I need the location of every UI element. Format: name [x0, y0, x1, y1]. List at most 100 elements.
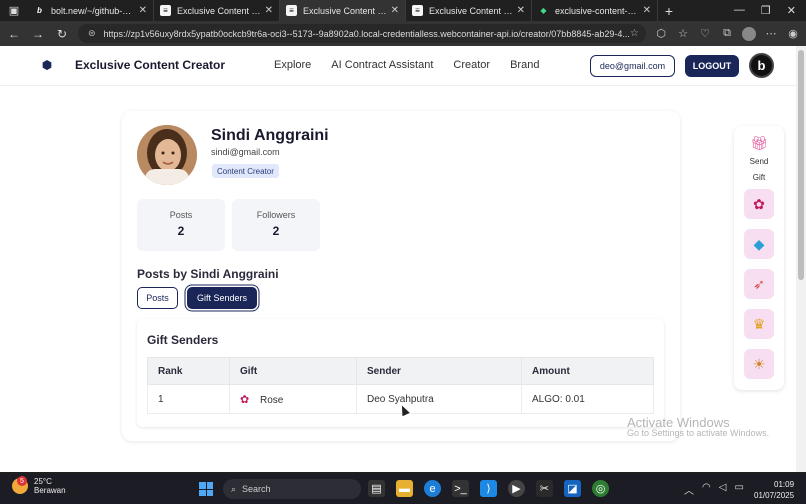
forward-icon[interactable]: → [30, 27, 46, 41]
restore-icon[interactable]: ❐ [761, 4, 771, 17]
gift-crown-button[interactable]: ♛ [744, 309, 774, 339]
posts-heading: Posts by Sindi Anggraini [137, 267, 279, 281]
reload-icon[interactable]: ↻ [54, 27, 70, 41]
column-header-amount: Amount [521, 357, 654, 385]
close-icon[interactable]: ✕ [517, 5, 525, 16]
gift-name: Rose [260, 394, 284, 406]
url-text: https://zp1v56uxy8rdx5ypatb0ockcb9tr6a-o… [103, 28, 630, 39]
gift-rose-button[interactable]: ✿ [744, 189, 774, 219]
nav-link-creator[interactable]: Creator [453, 59, 490, 71]
edge-icon[interactable]: e [424, 480, 441, 497]
snipping-tool-icon[interactable]: ✂ [536, 480, 553, 497]
address-bar[interactable]: ⊜ https://zp1v56uxy8rdx5ypatb0ockcb9tr6a… [78, 24, 646, 43]
address-toolbar: ← → ↻ ⊜ https://zp1v56uxy8rdx5ypatb0ockc… [0, 21, 806, 46]
tab-title: bolt.new/~/github-evhcvaxz [51, 5, 135, 16]
battery-icon[interactable]: ▭ [734, 482, 743, 497]
chevron-up-icon[interactable]: ︿ [684, 482, 694, 497]
windows-taskbar: 5 25°C Berawan ⌕ Search ▤ ▬ e >_ ⟩ ▶ ✂ ◪… [0, 474, 806, 504]
new-tab-button[interactable]: + [658, 3, 680, 19]
profile-email: sindi@gmail.com [211, 147, 280, 157]
back-icon[interactable]: ← [6, 27, 22, 41]
clock-time: 01:09 [774, 480, 795, 489]
page-icon: ≡ [286, 5, 297, 16]
site-info-icon[interactable]: ⊜ [88, 28, 96, 39]
close-icon[interactable]: ✕ [139, 5, 147, 16]
copilot-icon[interactable]: ◉ [786, 27, 800, 40]
favorites-icon[interactable]: ☆ [676, 27, 690, 40]
wifi-icon[interactable]: ◠ [702, 482, 711, 497]
close-icon[interactable]: ✕ [265, 5, 273, 16]
media-player-icon[interactable]: ▶ [508, 480, 525, 497]
watermark-line-1: Activate Windows [627, 415, 730, 430]
logout-button[interactable]: LOGOUT [685, 55, 739, 77]
page-icon: ≡ [412, 5, 423, 16]
extensions-icon[interactable]: ⬡ [654, 27, 668, 40]
minimize-icon[interactable]: — [734, 4, 745, 17]
gift-lion-button[interactable]: ☀ [744, 349, 774, 379]
cell-sender: Deo Syahputra [356, 384, 522, 414]
tab-title: exclusive-content-creator [555, 5, 639, 16]
menu-icon[interactable]: ⋯ [764, 27, 778, 40]
taskbar-clock[interactable]: 01:09 01/07/2025 [754, 479, 794, 501]
site-logo[interactable]: ⬢ [38, 58, 56, 76]
browser-tab-1[interactable]: b bolt.new/~/github-evhcvaxz ✕ [28, 0, 154, 21]
task-view-icon[interactable]: ▤ [368, 480, 385, 497]
cell-gift: ✿ Rose [229, 384, 357, 414]
nav-link-explore[interactable]: Explore [274, 59, 311, 71]
browser-tab-4[interactable]: ≡ Exclusive Content - Creator ✕ [406, 0, 532, 21]
browser-app-icon[interactable]: ◎ [592, 480, 609, 497]
close-icon[interactable]: ✕ [391, 5, 399, 16]
tab-gift-senders[interactable]: Gift Senders [187, 287, 257, 309]
weather-icon: 5 [12, 476, 28, 494]
browser-tab-3[interactable]: ≡ Exclusive Content - Creator ✕ [280, 0, 406, 21]
taskbar-search[interactable]: ⌕ Search [223, 479, 361, 499]
app-icon[interactable]: ◪ [564, 480, 581, 497]
browser-tab-2[interactable]: ≡ Exclusive Content - Creator ✕ [154, 0, 280, 21]
start-button[interactable] [199, 482, 213, 496]
role-badge: Content Creator [212, 164, 279, 178]
nav-link-brand[interactable]: Brand [510, 59, 539, 71]
tab-actions-icon[interactable]: ▣ [0, 0, 28, 21]
collections-icon[interactable]: ⧉ [720, 27, 734, 40]
user-email-button[interactable]: deo@gmail.com [590, 55, 675, 77]
file-explorer-icon[interactable]: ▬ [396, 480, 413, 497]
netlify-icon: ◆ [540, 6, 547, 15]
crown-icon: ♛ [752, 315, 766, 332]
diamond-icon: ◆ [753, 235, 765, 252]
gift-box-icon: 🎁︎ [750, 135, 768, 151]
tab-posts[interactable]: Posts [137, 287, 178, 309]
weather-widget[interactable]: 5 25°C Berawan [12, 476, 66, 495]
web-viewport: ⬢ Exclusive Content Creator Explore AI C… [0, 46, 806, 472]
close-icon[interactable]: ✕ [643, 5, 651, 16]
search-placeholder: Search [242, 484, 271, 494]
user-avatar[interactable]: b [749, 53, 774, 78]
vscode-icon[interactable]: ⟩ [480, 480, 497, 497]
gift-senders-title: Gift Senders [147, 333, 219, 347]
volume-icon[interactable]: ◁ [719, 482, 727, 497]
stat-followers: Followers 2 [232, 199, 320, 251]
notification-badge: 5 [17, 476, 27, 486]
rose-icon: ✿ [753, 195, 765, 212]
terminal-icon[interactable]: >_ [452, 480, 469, 497]
profile-avatar[interactable] [742, 26, 756, 41]
favorite-icon[interactable]: ☆ [630, 28, 639, 39]
cell-rank: 1 [147, 384, 230, 414]
gift-diamond-button[interactable]: ◆ [744, 229, 774, 259]
close-window-icon[interactable]: ✕ [787, 4, 796, 17]
system-tray: ︿ ◠ ◁ ▭ [684, 482, 744, 497]
browser-tab-5[interactable]: ◆ exclusive-content-creator ✕ [532, 0, 658, 21]
browser-essentials-icon[interactable]: ♡ [698, 27, 712, 40]
bolt-icon: b [37, 6, 42, 15]
clock-date: 01/07/2025 [754, 491, 795, 500]
tab-title: Exclusive Content - Creator [429, 5, 513, 16]
tab-title: Exclusive Content - Creator [177, 5, 261, 16]
gift-rocket-button[interactable]: ➶ [744, 269, 774, 299]
nav-link-ai-contract[interactable]: AI Contract Assistant [331, 59, 433, 71]
tab-title: Exclusive Content - Creator [303, 5, 387, 16]
column-header-rank: Rank [147, 357, 230, 385]
stat-value: 2 [272, 224, 280, 238]
page-scrollbar[interactable] [796, 46, 806, 472]
scrollbar-thumb[interactable] [798, 50, 804, 280]
site-brand[interactable]: Exclusive Content Creator [75, 58, 225, 72]
activate-windows-watermark: Activate Windows Go to Settings to activ… [627, 415, 769, 439]
